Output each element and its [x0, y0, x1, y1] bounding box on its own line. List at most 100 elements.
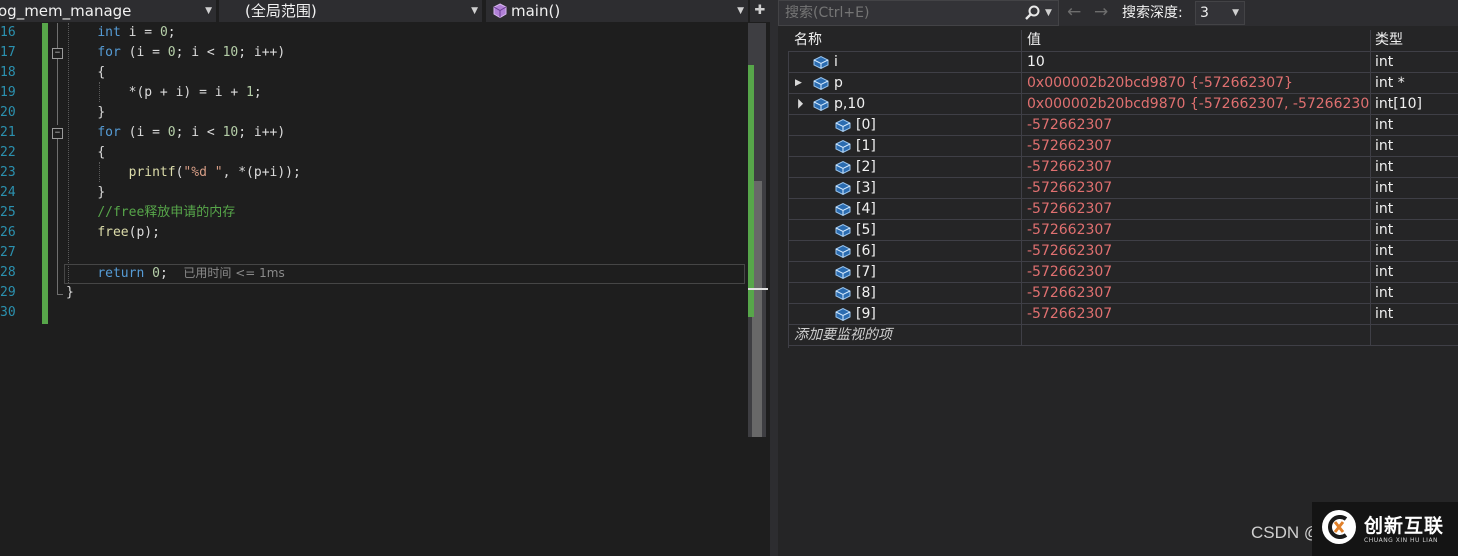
watch-row[interactable]: [4] -572662307 int: [788, 199, 1458, 220]
watch-row[interactable]: [9] -572662307 int: [788, 304, 1458, 325]
line-number: 22: [0, 145, 16, 160]
chevron-down-icon[interactable]: ▼: [1045, 8, 1052, 18]
back-arrow-icon[interactable]: ←: [1067, 2, 1081, 22]
watch-name-cell: [4]: [788, 199, 1021, 219]
column-header-type[interactable]: 类型: [1370, 30, 1458, 51]
collapse-toggle[interactable]: −: [52, 128, 63, 139]
watch-type: int *: [1370, 73, 1458, 93]
fold-line: [57, 59, 58, 125]
watch-name-cell: [3]: [788, 178, 1021, 198]
watch-header-row: 名称 值 类型: [788, 30, 1458, 52]
watch-value[interactable]: 10: [1021, 52, 1370, 72]
scrollbar-caret-marker: [748, 288, 768, 290]
watch-name-cell: [0]: [788, 115, 1021, 135]
watch-value-cell: [1021, 325, 1370, 345]
line-number: 26: [0, 225, 16, 240]
watch-type: int: [1370, 241, 1458, 261]
fold-line: [57, 294, 63, 295]
watch-type: int: [1370, 115, 1458, 135]
line-number-gutter: 16 17 18 19 20 21 22 23 24 25 26 27 28 2…: [0, 23, 18, 323]
member-dropdown[interactable]: main() ▼: [486, 0, 748, 22]
watch-row[interactable]: [2] -572662307 int: [788, 157, 1458, 178]
code-text[interactable]: int i = 0; for (i = 0; i < 10; i++) { *(…: [66, 23, 301, 323]
line-number: 16: [0, 25, 16, 40]
watch-value[interactable]: 0x000002b20bcd9870 {-572662307}: [1021, 73, 1370, 93]
line-number: 20: [0, 105, 16, 120]
watch-row[interactable]: [8] -572662307 int: [788, 283, 1458, 304]
watch-value[interactable]: -572662307: [1021, 304, 1370, 324]
column-header-value-label: 值: [1027, 32, 1041, 48]
expand-arrow-icon[interactable]: ▶: [795, 73, 802, 93]
watch-row[interactable]: ▶ p 0x000002b20bcd9870 {-572662307} int *: [788, 73, 1458, 94]
variable-icon: [834, 201, 852, 217]
code-editor[interactable]: og_mem_manage ▼ (全局范围) ▼ main() ▼ ✚ 16 1…: [0, 0, 770, 556]
watch-row[interactable]: [3] -572662307 int: [788, 178, 1458, 199]
code-line: int i = 0;: [97, 25, 176, 40]
watch-value[interactable]: 0x000002b20bcd9870 {-572662307, -5726623…: [1021, 94, 1370, 114]
watch-type: int: [1370, 262, 1458, 282]
watch-row[interactable]: [5] -572662307 int: [788, 220, 1458, 241]
split-icon: ✚: [754, 3, 766, 18]
chevron-down-icon: ▼: [205, 6, 212, 16]
watch-value[interactable]: -572662307: [1021, 199, 1370, 219]
watch-name: [6]: [856, 243, 876, 259]
add-watch-cell[interactable]: 添加要监视的项: [788, 325, 1021, 345]
variable-icon: [834, 243, 852, 259]
watch-row[interactable]: [1] -572662307 int: [788, 136, 1458, 157]
editor-scrollbar[interactable]: [748, 23, 768, 437]
split-editor-button[interactable]: ✚: [750, 0, 770, 22]
watch-value[interactable]: -572662307: [1021, 283, 1370, 303]
search-icon[interactable]: [1023, 4, 1041, 22]
fold-line: [57, 23, 58, 48]
watch-value[interactable]: -572662307: [1021, 157, 1370, 177]
forward-arrow-icon[interactable]: →: [1094, 2, 1108, 22]
search-input[interactable]: [779, 1, 1015, 25]
variable-icon: [812, 75, 830, 91]
watch-name: [0]: [856, 117, 876, 133]
watch-value[interactable]: -572662307: [1021, 136, 1370, 156]
line-number: 28: [0, 265, 16, 280]
collapse-toggle[interactable]: −: [52, 48, 63, 59]
add-watch-row[interactable]: 添加要监视的项: [788, 325, 1458, 346]
watch-value[interactable]: -572662307: [1021, 241, 1370, 261]
search-depth-select[interactable]: 3 ▼: [1195, 1, 1245, 25]
code-line: printf("%d ", *(p+i));: [128, 165, 301, 180]
method-cube-icon: [493, 3, 507, 19]
column-header-type-label: 类型: [1375, 32, 1403, 48]
code-line: *(p + i) = i + 1;: [128, 85, 262, 100]
watch-value[interactable]: -572662307: [1021, 262, 1370, 282]
column-header-name[interactable]: 名称: [788, 30, 1021, 51]
watch-value[interactable]: -572662307: [1021, 178, 1370, 198]
search-box[interactable]: ▼: [778, 0, 1059, 26]
line-number: 24: [0, 185, 16, 200]
line-number: 27: [0, 245, 16, 260]
watch-row[interactable]: [7] -572662307 int: [788, 262, 1458, 283]
watch-row[interactable]: [0] -572662307 int: [788, 115, 1458, 136]
watch-row[interactable]: i 10 int: [788, 52, 1458, 73]
scope-dropdown-label: (全局范围): [245, 2, 317, 20]
watch-type: int: [1370, 178, 1458, 198]
logo-mark-icon: [1322, 510, 1356, 544]
watch-type: int: [1370, 199, 1458, 219]
code-line: //free释放申请的内存: [97, 205, 236, 220]
watch-name-cell: [2]: [788, 157, 1021, 177]
column-header-value[interactable]: 值: [1021, 30, 1370, 51]
panel-splitter[interactable]: [770, 0, 778, 556]
watch-name-cell: [7]: [788, 262, 1021, 282]
watch-name-cell: [5]: [788, 220, 1021, 240]
watch-value[interactable]: -572662307: [1021, 220, 1370, 240]
file-dropdown-label: og_mem_manage: [0, 2, 132, 20]
collapse-arrow-icon[interactable]: ◢: [789, 94, 808, 113]
scope-dropdown[interactable]: (全局范围) ▼: [219, 0, 482, 22]
watch-row[interactable]: [6] -572662307 int: [788, 241, 1458, 262]
elapsed-time-hint: 已用时间 <= 1ms: [183, 266, 285, 280]
file-dropdown[interactable]: og_mem_manage ▼: [0, 0, 216, 22]
code-line: free(p);: [97, 225, 160, 240]
variable-icon: [834, 138, 852, 154]
column-header-name-label: 名称: [794, 32, 822, 48]
watch-row[interactable]: ◢ p,10 0x000002b20bcd9870 {-572662307, -57…: [788, 94, 1458, 115]
line-number: 30: [0, 305, 16, 320]
watch-name: [3]: [856, 180, 876, 196]
watch-value[interactable]: -572662307: [1021, 115, 1370, 135]
variable-icon: [834, 117, 852, 133]
